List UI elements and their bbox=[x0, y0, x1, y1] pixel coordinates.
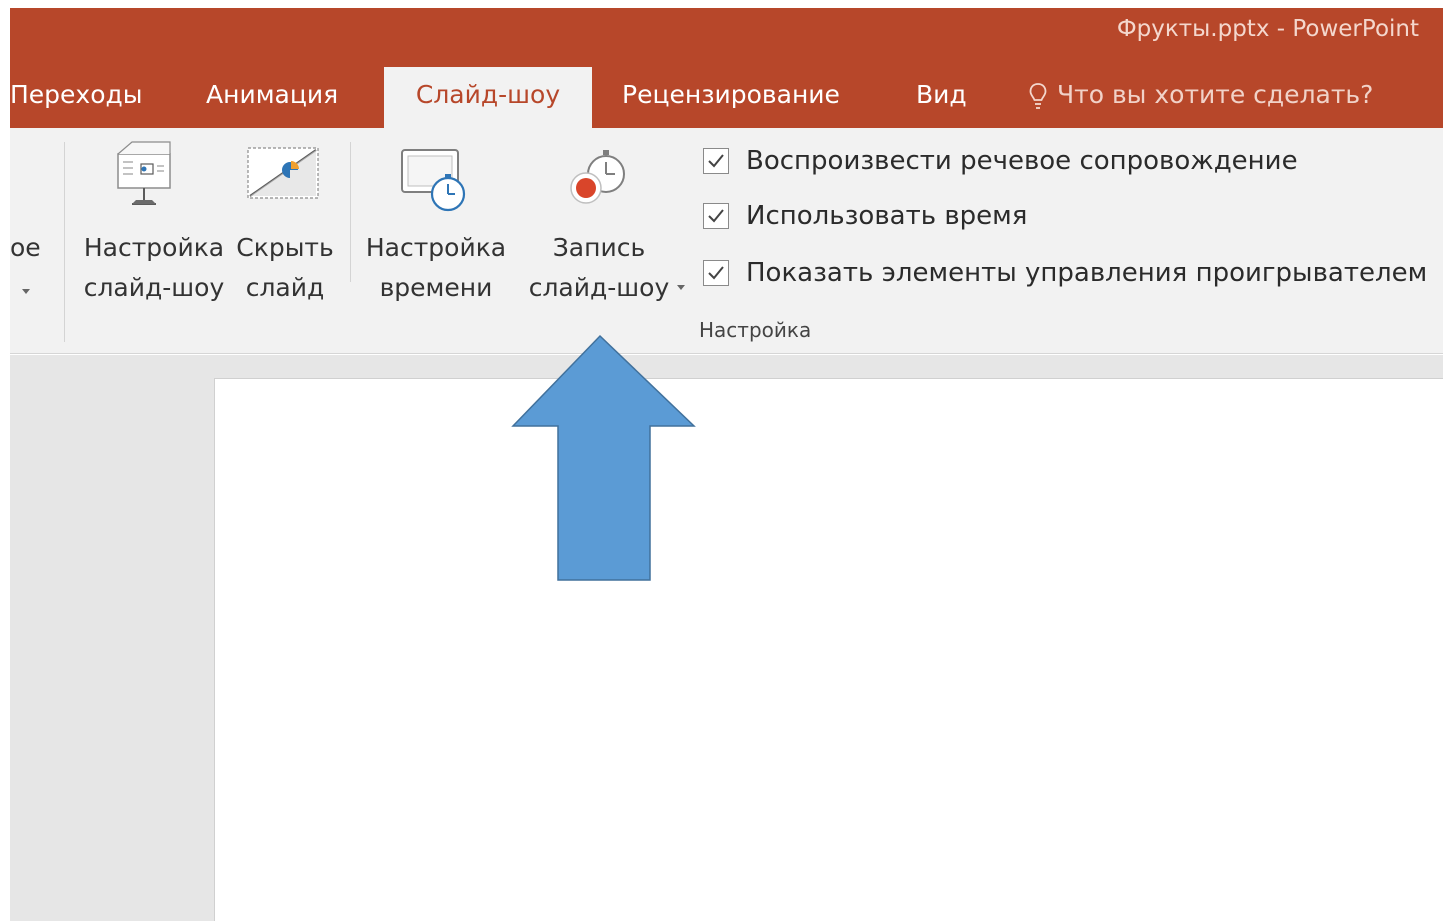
annotation-up-arrow bbox=[511, 334, 696, 581]
powerpoint-window: Фрукты.pptx - PowerPoint Переходы Анимац… bbox=[10, 8, 1443, 921]
up-arrow-icon bbox=[511, 334, 696, 581]
